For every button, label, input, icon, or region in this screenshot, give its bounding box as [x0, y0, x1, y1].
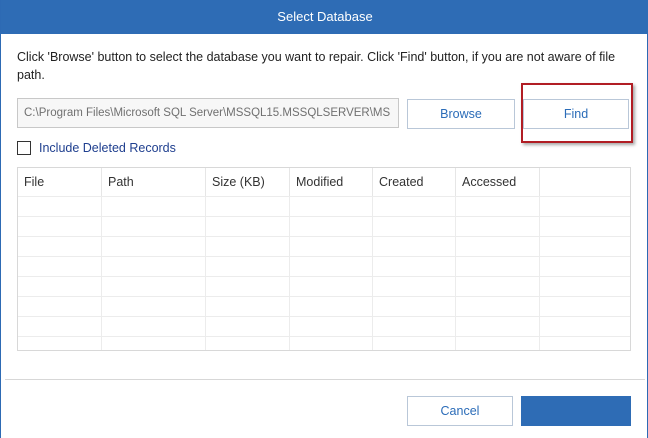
- table-cell: [290, 197, 373, 217]
- instruction-text: Click 'Browse' button to select the data…: [17, 50, 616, 82]
- table-cell: [102, 297, 206, 317]
- database-path-field[interactable]: [17, 98, 399, 128]
- table-cell: [456, 277, 540, 297]
- table-cell: [456, 337, 540, 350]
- table-cell: [456, 237, 540, 257]
- table-cell: [373, 217, 456, 237]
- table-cell: [206, 257, 290, 277]
- table-cell: [290, 257, 373, 277]
- column-header-path[interactable]: Path: [102, 168, 206, 196]
- find-button[interactable]: Find: [523, 99, 629, 129]
- table-row: [18, 196, 630, 217]
- table-cell: [456, 297, 540, 317]
- table-cell: [206, 197, 290, 217]
- table-cell: [102, 317, 206, 337]
- table-cell: [18, 197, 102, 217]
- table-row: [18, 256, 630, 277]
- column-header-size[interactable]: Size (KB): [206, 168, 290, 196]
- table-cell: [206, 237, 290, 257]
- table-cell: [102, 217, 206, 237]
- table-cell: [373, 197, 456, 217]
- table-cell: [456, 317, 540, 337]
- table-cell: [373, 337, 456, 350]
- table-cell: [102, 197, 206, 217]
- table-cell: [206, 297, 290, 317]
- include-deleted-records-label: Include Deleted Records: [39, 141, 176, 155]
- table-row: [18, 296, 630, 317]
- table-cell: [290, 277, 373, 297]
- table-cell: [290, 217, 373, 237]
- table-cell: [456, 197, 540, 217]
- select-database-dialog: Select Database Click 'Browse' button to…: [0, 0, 648, 438]
- table-cell: [102, 277, 206, 297]
- column-header-file[interactable]: File: [18, 168, 102, 196]
- table-row: [18, 336, 630, 350]
- table-row: [18, 316, 630, 337]
- table-cell: [102, 337, 206, 350]
- column-header-accessed[interactable]: Accessed: [456, 168, 540, 196]
- table-cell: [18, 277, 102, 297]
- table-cell: [290, 317, 373, 337]
- table-cell: [18, 297, 102, 317]
- table-cell: [456, 217, 540, 237]
- table-cell: [206, 217, 290, 237]
- table-cell: [373, 297, 456, 317]
- dialog-title: Select Database: [1, 0, 648, 34]
- primary-button[interactable]: [521, 396, 631, 426]
- table-cell: [373, 237, 456, 257]
- column-header-modified[interactable]: Modified: [290, 168, 373, 196]
- footer-divider: [5, 379, 645, 380]
- table-cell: [18, 317, 102, 337]
- table-cell: [102, 237, 206, 257]
- table-cell: [373, 277, 456, 297]
- table-cell: [18, 257, 102, 277]
- table-cell: [290, 337, 373, 350]
- table-row: [18, 276, 630, 297]
- table-row: [18, 216, 630, 237]
- table-cell: [18, 237, 102, 257]
- table-cell: [18, 337, 102, 350]
- table-cell: [102, 257, 206, 277]
- browse-button[interactable]: Browse: [407, 99, 515, 129]
- include-deleted-records-checkbox[interactable]: [17, 141, 31, 155]
- table-cell: [206, 277, 290, 297]
- table-cell: [373, 317, 456, 337]
- column-header-created[interactable]: Created: [373, 168, 456, 196]
- table-cell: [206, 337, 290, 350]
- table-cell: [290, 297, 373, 317]
- table-cell: [18, 217, 102, 237]
- table-header: File Path Size (KB) Modified Created Acc…: [18, 168, 630, 196]
- table-cell: [290, 237, 373, 257]
- table-row: [18, 236, 630, 257]
- table-cell: [373, 257, 456, 277]
- cancel-button[interactable]: Cancel: [407, 396, 513, 426]
- table-cell: [456, 257, 540, 277]
- table-cell: [206, 317, 290, 337]
- file-list-table: File Path Size (KB) Modified Created Acc…: [17, 167, 631, 351]
